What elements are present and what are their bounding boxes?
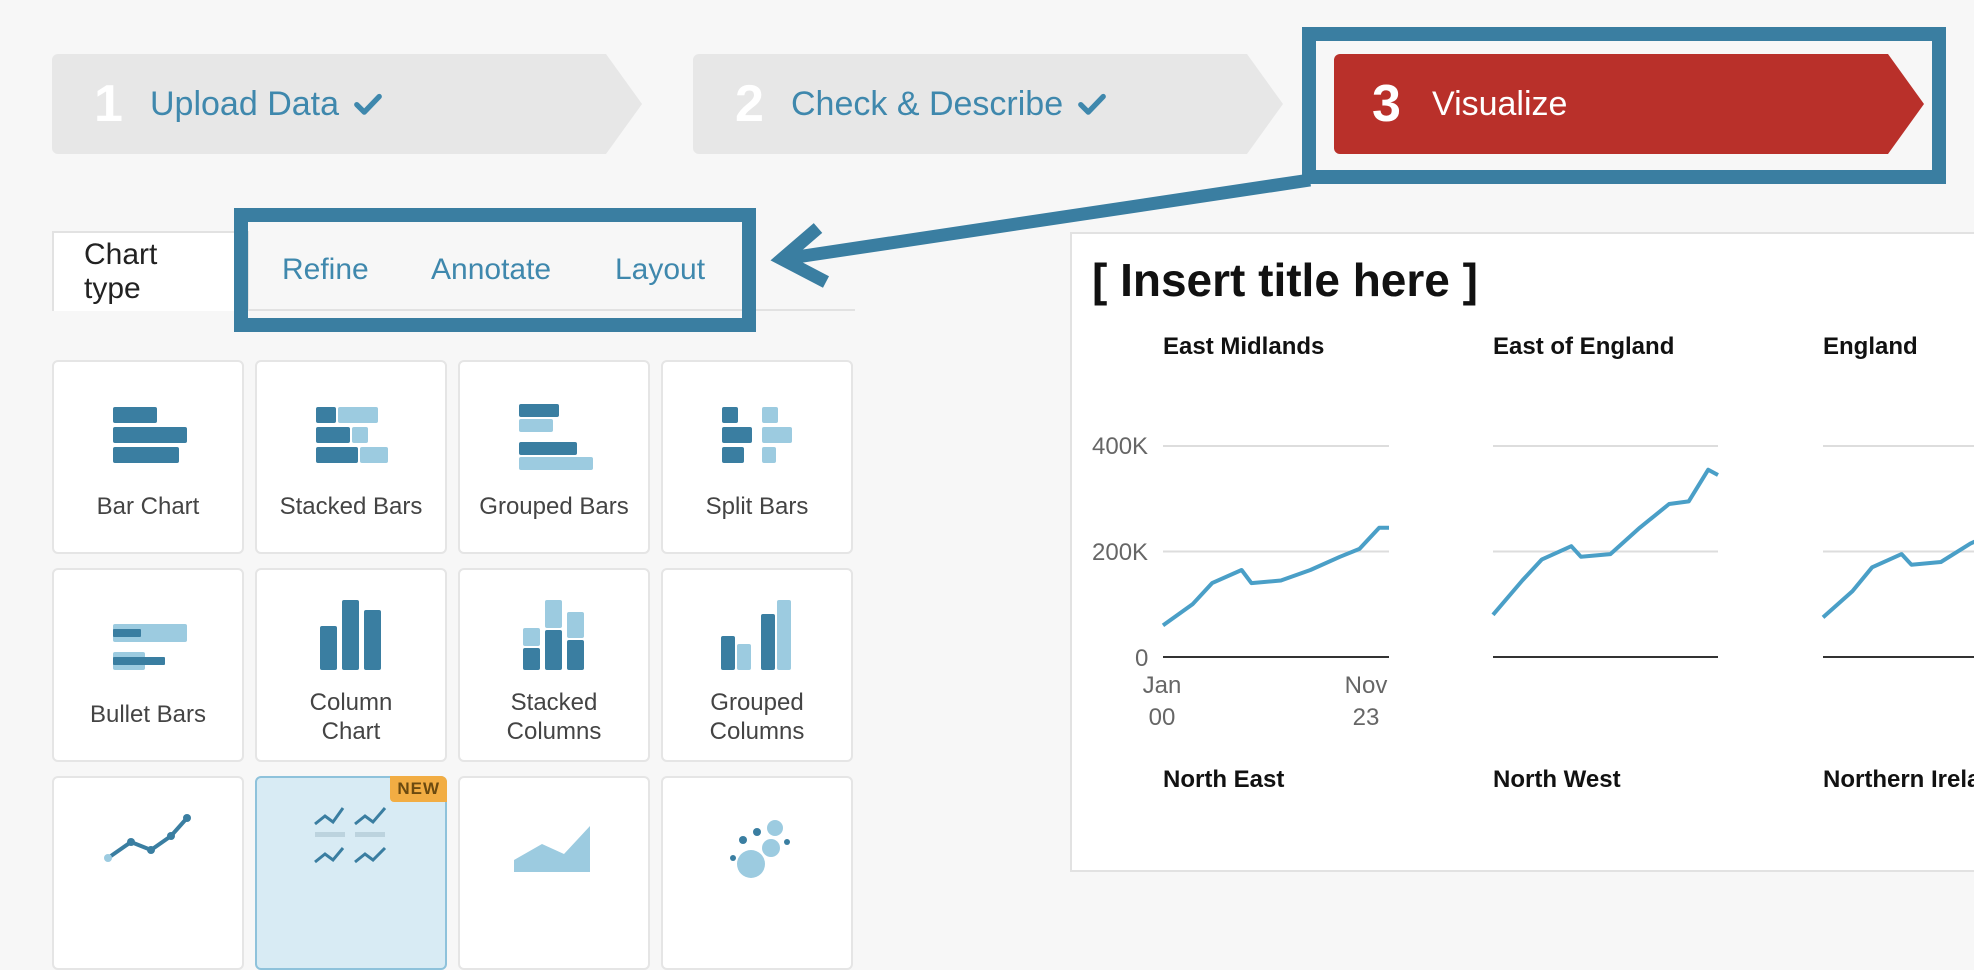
series-line-england	[1821, 539, 1974, 619]
small-multiples-plot	[1161, 445, 1974, 658]
series-line-east-of-england	[1491, 467, 1719, 617]
series-line-east-midlands	[1161, 525, 1389, 628]
